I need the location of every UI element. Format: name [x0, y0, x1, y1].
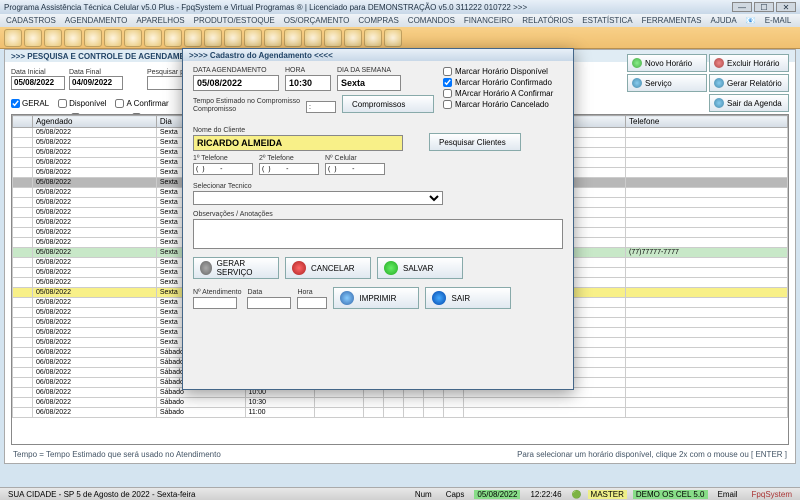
chk-geral[interactable]: GERAL	[11, 99, 49, 108]
data-final-label: Data Final	[69, 69, 123, 76]
telefone1-input[interactable]	[193, 163, 253, 175]
menu-relatorios[interactable]: RELATÓRIOS	[522, 16, 573, 25]
data-final-input[interactable]	[69, 76, 123, 90]
menu-agendamento[interactable]: AGENDAMENTO	[65, 16, 128, 25]
grid-header[interactable]	[13, 116, 33, 128]
footer-left: Tempo = Tempo Estimado que será usado no…	[13, 450, 221, 459]
toolbar-icon[interactable]	[284, 29, 302, 47]
toolbar	[0, 27, 800, 49]
toolbar-icon[interactable]	[84, 29, 102, 47]
toolbar-icon[interactable]	[44, 29, 62, 47]
cadastro-agendamento-dialog: >>>> Cadastro do Agendamento <<<< DATA A…	[182, 48, 574, 390]
novo-horario-button[interactable]: Novo Horário	[627, 54, 707, 72]
grid-row[interactable]: 06/08/2022Sábado10:30	[13, 398, 788, 408]
tempo-input[interactable]	[306, 101, 336, 113]
toolbar-icon[interactable]	[304, 29, 322, 47]
toolbar-icon[interactable]	[104, 29, 122, 47]
gerar-servico-button[interactable]: GERAR SERVIÇO	[193, 257, 279, 279]
cancel-icon	[292, 261, 306, 275]
chk-aconfirmar[interactable]: A Confirmar	[115, 99, 168, 108]
data-agendamento-input[interactable]	[193, 75, 279, 91]
toolbar-icon[interactable]	[124, 29, 142, 47]
gear-icon	[200, 261, 212, 275]
toolbar-icon[interactable]	[184, 29, 202, 47]
natendimento-input[interactable]	[193, 297, 237, 309]
menu-compras[interactable]: COMPRAS	[358, 16, 398, 25]
hora2-input[interactable]	[297, 297, 327, 309]
exit-icon	[714, 98, 724, 108]
menu-ferramentas[interactable]: FERRAMENTAS	[642, 16, 702, 25]
gerar-relatorio-button[interactable]: Gerar Relatório	[709, 74, 789, 92]
toolbar-icon[interactable]	[164, 29, 182, 47]
sair-button[interactable]: SAIR	[425, 287, 511, 309]
imprimir-button[interactable]: IMPRIMIR	[333, 287, 419, 309]
footer-right: Para selecionar um horário disponível, c…	[517, 450, 787, 459]
tecnico-select[interactable]	[193, 191, 443, 205]
hora-input[interactable]	[285, 75, 331, 91]
toolbar-icon[interactable]	[244, 29, 262, 47]
toolbar-icon[interactable]	[204, 29, 222, 47]
toolbar-icon[interactable]	[4, 29, 22, 47]
data2-input[interactable]	[247, 297, 291, 309]
cancelar-button[interactable]: CANCELAR	[285, 257, 371, 279]
report-icon	[714, 78, 724, 88]
menu-produto[interactable]: PRODUTO/ESTOQUE	[194, 16, 275, 25]
observacoes-textarea[interactable]	[193, 219, 563, 249]
status-bar: SUA CIDADE - SP 5 de Agosto de 2022 - Se…	[0, 487, 800, 500]
pesquisar-clientes-button[interactable]: Pesquisar Clientes	[429, 133, 521, 151]
grid-header[interactable]: Telefone	[626, 116, 788, 128]
toolbar-icon[interactable]	[344, 29, 362, 47]
window-title: Programa Assistência Técnica Celular v5.…	[4, 3, 730, 12]
menu-financeiro[interactable]: FINANCEIRO	[464, 16, 513, 25]
check-icon	[384, 261, 398, 275]
data-inicial-label: Data Inicial	[11, 69, 65, 76]
menu-bar: CADASTROS AGENDAMENTO APARELHOS PRODUTO/…	[0, 14, 800, 27]
x-icon	[714, 58, 724, 68]
chk-marcar-cancelado[interactable]: Marcar Horário Cancelado	[443, 100, 563, 109]
connection-icon: 🟢	[572, 490, 582, 499]
salvar-button[interactable]: SALVAR	[377, 257, 463, 279]
dia-semana-input[interactable]	[337, 75, 401, 91]
toolbar-icon[interactable]	[64, 29, 82, 47]
chk-disponivel[interactable]: Disponível	[58, 99, 106, 108]
chk-marcar-aconfirmar[interactable]: MArcar Horário A Confirmar	[443, 89, 563, 98]
toolbar-icon[interactable]	[364, 29, 382, 47]
chk-marcar-confirmado[interactable]: Marcar Horário Confirmado	[443, 78, 563, 87]
toolbar-icon[interactable]	[384, 29, 402, 47]
menu-comandos[interactable]: COMANDOS	[408, 16, 455, 25]
chk-marcar-disponivel[interactable]: Marcar Horário Disponível	[443, 67, 563, 76]
maximize-button[interactable]: ☐	[754, 2, 774, 12]
dialog-title: >>>> Cadastro do Agendamento <<<<	[183, 49, 573, 61]
arrow-icon	[432, 291, 446, 305]
close-button[interactable]: ✕	[776, 2, 796, 12]
window-titlebar: Programa Assistência Técnica Celular v5.…	[0, 0, 800, 14]
data-inicial-input[interactable]	[11, 76, 65, 90]
toolbar-icon[interactable]	[264, 29, 282, 47]
grid-header[interactable]: Agendado	[32, 116, 156, 128]
plus-icon	[632, 58, 642, 68]
gear-icon	[632, 78, 642, 88]
sair-agenda-button[interactable]: Sair da Agenda	[709, 94, 789, 112]
menu-os[interactable]: OS/ORÇAMENTO	[284, 16, 350, 25]
toolbar-icon[interactable]	[224, 29, 242, 47]
menu-ajuda[interactable]: AJUDA	[710, 16, 736, 25]
menu-email[interactable]: E-MAIL	[765, 16, 792, 25]
menu-aparelhos[interactable]: APARELHOS	[136, 16, 184, 25]
grid-row[interactable]: 06/08/2022Sábado11:00	[13, 408, 788, 418]
toolbar-icon[interactable]	[144, 29, 162, 47]
servico-button[interactable]: Serviço	[627, 74, 707, 92]
minimize-button[interactable]: —	[732, 2, 752, 12]
celular-input[interactable]	[325, 163, 385, 175]
nome-cliente-input[interactable]	[193, 135, 403, 151]
telefone2-input[interactable]	[259, 163, 319, 175]
printer-icon	[340, 291, 354, 305]
toolbar-icon[interactable]	[24, 29, 42, 47]
menu-estatistica[interactable]: ESTATÍSTICA	[582, 16, 632, 25]
compromissos-button[interactable]: Compromissos	[342, 95, 434, 113]
toolbar-icon[interactable]	[324, 29, 342, 47]
excluir-horario-button[interactable]: Excluir Horário	[709, 54, 789, 72]
menu-cadastros[interactable]: CADASTROS	[6, 16, 56, 25]
